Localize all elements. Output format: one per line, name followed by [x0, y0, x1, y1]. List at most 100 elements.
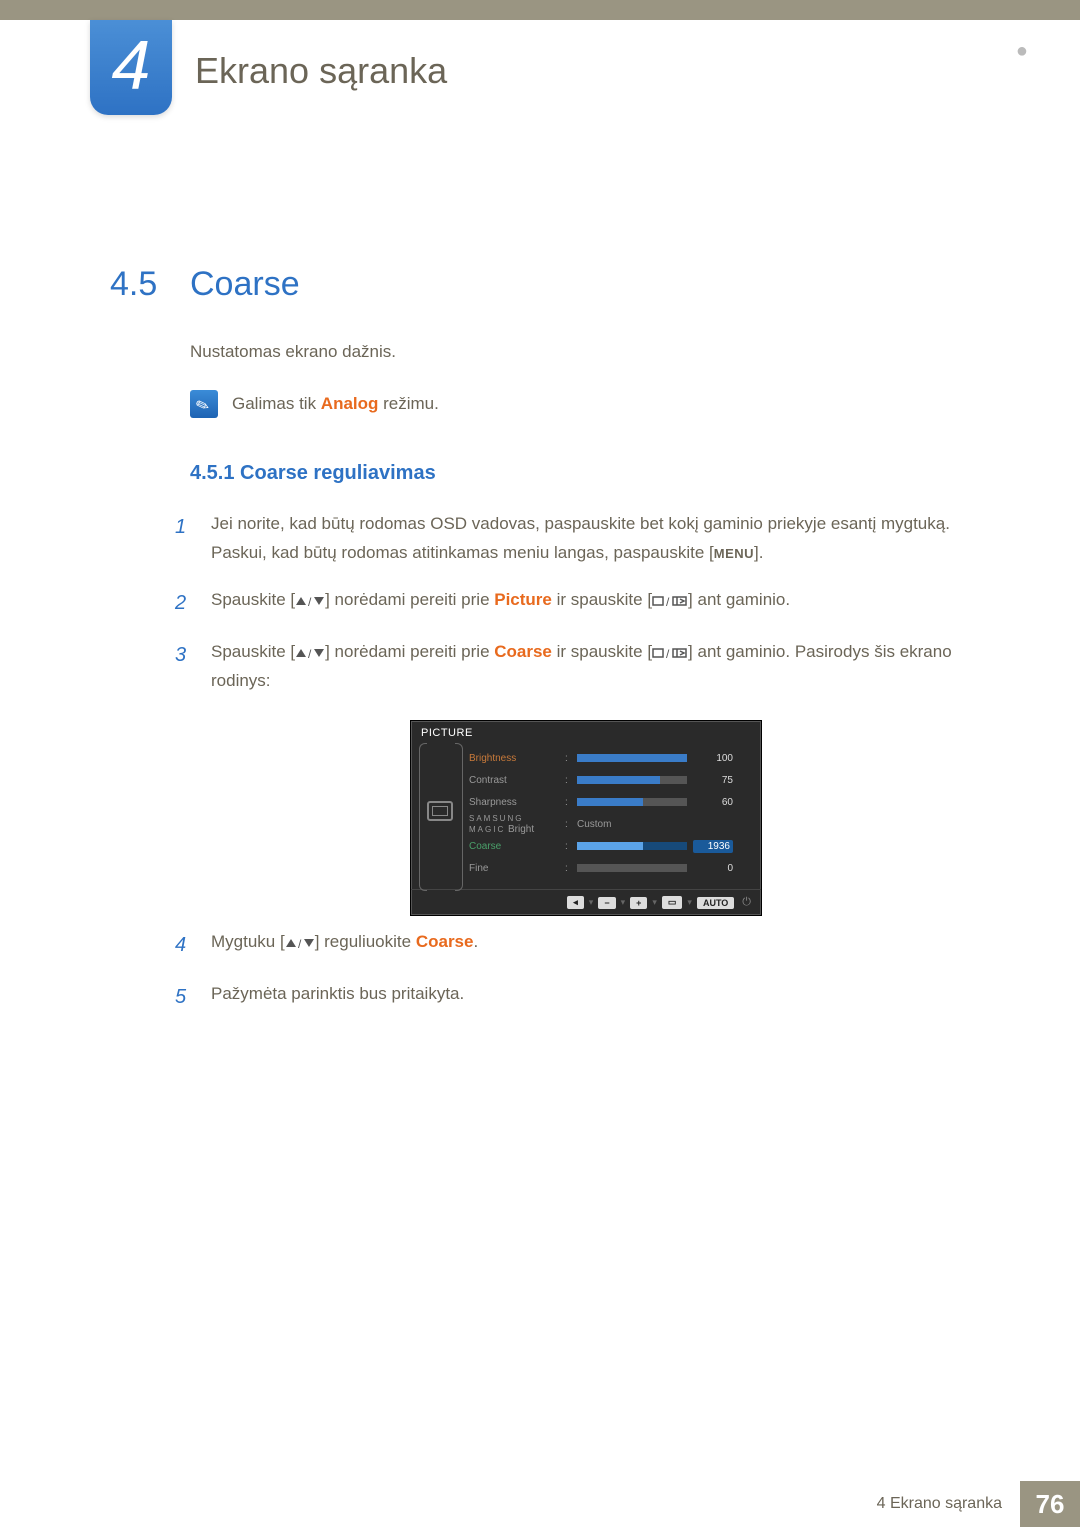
osd-back-icon: ◂ — [567, 896, 584, 909]
osd-bar — [577, 864, 687, 872]
section-intro-text: Nustatomas ekrano dažnis. — [190, 342, 396, 362]
note-row: Galimas tik Analog režimu. — [190, 390, 439, 418]
osd-magic-bottom: MAGIC — [469, 826, 505, 834]
osd-title: PICTURE — [411, 721, 761, 743]
step-number: 3 — [175, 638, 193, 696]
svg-text:/: / — [666, 595, 670, 607]
step-5: 5 Pažymėta parinktis bus pritaikyta. — [175, 980, 985, 1014]
note-icon — [190, 390, 218, 418]
svg-text:/: / — [666, 647, 670, 659]
osd-row-brightness: Brightness : 100 — [469, 747, 751, 769]
osd-colon: : — [565, 797, 571, 808]
step-text: ] norėdami pereiti prie — [325, 642, 494, 661]
source-enter-icon: / — [652, 595, 688, 607]
osd-label: Fine — [469, 863, 559, 874]
step-highlight: Picture — [494, 590, 552, 609]
osd-row-sharpness: Sharpness : 60 — [469, 791, 751, 813]
osd-minus-icon: − — [598, 897, 615, 909]
step-text: ir spauskite [ — [552, 642, 652, 661]
footer-page-number: 76 — [1020, 1481, 1080, 1527]
step-text: ir spauskite [ — [552, 590, 652, 609]
step-text: ] reguliuokite — [315, 932, 416, 951]
osd-value: Custom — [577, 819, 611, 830]
step-number: 2 — [175, 586, 193, 620]
steps-list: 1 Jei norite, kad būtų rodomas OSD vadov… — [175, 510, 985, 714]
step-3: 3 Spauskite [ / ] norėdami pereiti prie Co… — [175, 638, 985, 696]
step-text: Mygtuku [ — [211, 932, 285, 951]
chapter-title: Ekrano sąranka — [195, 50, 447, 92]
osd-colon: : — [565, 819, 571, 830]
osd-row-contrast: Contrast : 75 — [469, 769, 751, 791]
step-body: Mygtuku [ / ] reguliuokite Coarse. — [211, 928, 985, 962]
osd-row-fine: Fine : 0 — [469, 857, 751, 879]
step-highlight: Coarse — [416, 932, 474, 951]
osd-label-selected: Coarse — [469, 841, 559, 852]
step-body: Jei norite, kad būtų rodomas OSD vadovas… — [211, 510, 985, 568]
osd-label: SAMSUNG MAGIC Bright — [469, 813, 559, 835]
up-down-icon: / — [295, 647, 325, 659]
osd-auto-button: AUTO — [697, 897, 734, 909]
osd-magic-suffix: Bright — [508, 824, 534, 835]
osd-value: 60 — [693, 797, 733, 808]
step-highlight: Coarse — [494, 642, 552, 661]
osd-magic-top: SAMSUNG — [469, 815, 523, 823]
osd-colon: : — [565, 775, 571, 786]
svg-text:/: / — [308, 647, 312, 659]
footer-chapter-label: 4 Ekrano sąranka — [877, 1481, 1020, 1527]
osd-colon: : — [565, 863, 571, 874]
osd-colon: : — [565, 753, 571, 764]
page-footer: 4 Ekrano sąranka 76 — [0, 1481, 1080, 1527]
section-title: Coarse — [190, 265, 300, 304]
margin-bullet-icon: ● — [1016, 40, 1028, 63]
osd-label: Sharpness — [469, 797, 559, 808]
osd-footer: ◂▾ −▾ +▾ ▭▾ AUTO ⏻ — [411, 889, 761, 915]
osd-row-magic-bright: SAMSUNG MAGIC Bright : Custom — [469, 813, 751, 835]
osd-row-coarse: Coarse : 1936 — [469, 835, 751, 857]
osd-bar — [577, 798, 687, 806]
step-number: 4 — [175, 928, 193, 962]
steps-list-continued: 4 Mygtuku [ / ] reguliuokite Coarse. 5 Paž… — [175, 928, 985, 1032]
step-text: Spauskite [ — [211, 590, 295, 609]
step-1: 1 Jei norite, kad būtų rodomas OSD vadov… — [175, 510, 985, 568]
step-text: . — [473, 932, 478, 951]
note-pre: Galimas tik — [232, 394, 321, 413]
osd-label: Contrast — [469, 775, 559, 786]
step-body: Spauskite [ / ] norėdami pereiti prie Pict… — [211, 586, 985, 620]
osd-bar — [577, 776, 687, 784]
svg-text:/: / — [308, 595, 312, 607]
svg-text:/: / — [298, 937, 302, 949]
osd-bar-selected — [577, 842, 687, 850]
up-down-icon: / — [285, 937, 315, 949]
step-body: Spauskite [ / ] norėdami pereiti prie Coar… — [211, 638, 985, 696]
step-text: Jei norite, kad būtų rodomas OSD vadovas… — [211, 514, 950, 533]
section-number: 4.5 — [110, 265, 157, 304]
up-down-icon: / — [295, 595, 325, 607]
osd-enter-icon: ▭ — [662, 896, 683, 909]
chapter-number-badge: 4 — [90, 20, 172, 115]
osd-bracket-icon — [419, 743, 427, 891]
osd-plus-icon: + — [630, 897, 647, 909]
menu-label: MENU — [714, 546, 754, 561]
step-2: 2 Spauskite [ / ] norėdami pereiti prie Pi… — [175, 586, 985, 620]
osd-screenshot: PICTURE Brightness : 100 Contrast : 75 S… — [410, 720, 762, 916]
osd-value: 75 — [693, 775, 733, 786]
osd-value: 100 — [693, 753, 733, 764]
step-text: ] ant gaminio. — [688, 590, 790, 609]
osd-bracket-icon — [455, 743, 463, 891]
step-text: Paskui, kad būtų rodomas atitinkamas men… — [211, 543, 714, 562]
subsection-heading: 4.5.1 Coarse reguliavimas — [190, 462, 436, 485]
osd-label: Brightness — [469, 753, 559, 764]
note-post: režimu. — [378, 394, 438, 413]
step-text: Spauskite [ — [211, 642, 295, 661]
osd-value-selected: 1936 — [693, 840, 733, 853]
step-4: 4 Mygtuku [ / ] reguliuokite Coarse. — [175, 928, 985, 962]
osd-bar — [577, 754, 687, 762]
page-top-band — [0, 0, 1080, 20]
source-enter-icon: / — [652, 647, 688, 659]
step-text: ]. — [754, 543, 763, 562]
osd-colon: : — [565, 841, 571, 852]
note-highlight: Analog — [321, 394, 379, 413]
step-text: ] norėdami pereiti prie — [325, 590, 494, 609]
step-body: Pažymėta parinktis bus pritaikyta. — [211, 980, 985, 1014]
note-text: Galimas tik Analog režimu. — [232, 394, 439, 414]
